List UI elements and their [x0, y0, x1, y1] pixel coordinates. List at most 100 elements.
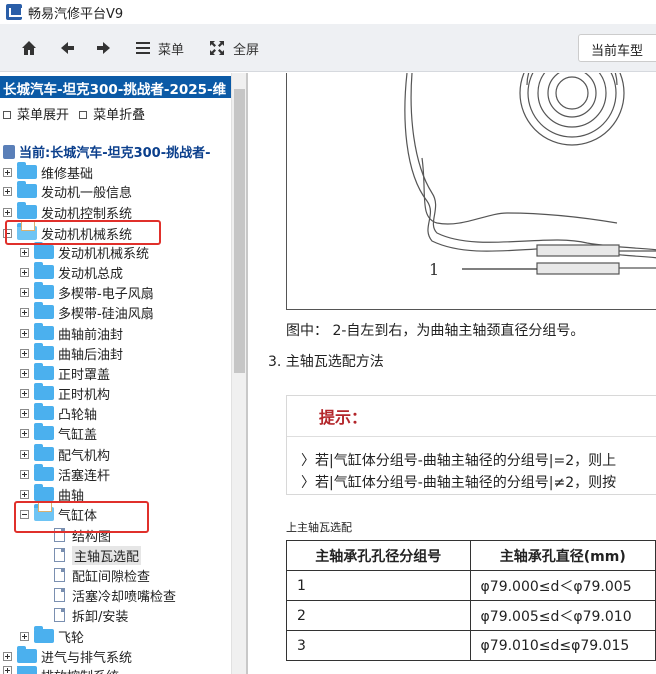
- forward-button[interactable]: [96, 36, 112, 60]
- folder-icon: [17, 162, 37, 179]
- expand-plus-icon[interactable]: [20, 267, 29, 277]
- tree-item-main-bearing-selection[interactable]: 主轴瓦选配: [54, 545, 142, 565]
- menu-button[interactable]: 菜单: [135, 36, 184, 60]
- tree-item-label: 配缸间隙检查: [72, 569, 151, 585]
- expand-plus-icon[interactable]: [20, 408, 29, 418]
- expand-icon: [3, 111, 11, 119]
- table-cell: φ79.000≤d＜φ79.005: [469, 570, 656, 601]
- fullscreen-button[interactable]: 全屏: [209, 36, 259, 60]
- expand-plus-icon[interactable]: [3, 186, 12, 196]
- tree-item-piston-rod[interactable]: 活塞连杆: [20, 464, 110, 484]
- tree-item-camshaft[interactable]: 凸轮轴: [20, 403, 97, 423]
- toolbar: 菜单 全屏 当前车型: [0, 24, 656, 72]
- tree-item-piston-nozzle-check[interactable]: 活塞冷却喷嘴检查: [54, 585, 176, 605]
- expand-plus-icon[interactable]: [3, 207, 12, 217]
- forward-arrow-icon: [97, 42, 110, 54]
- tree-item-label: 凸轮轴: [58, 407, 98, 423]
- folder-icon: [34, 323, 54, 340]
- tree-item-label: 发动机总成: [58, 266, 124, 282]
- menu-button-label: 菜单: [158, 42, 185, 58]
- folder-icon: [17, 181, 37, 198]
- tree-item-intake-exhaust[interactable]: 进气与排气系统: [3, 646, 132, 666]
- folder-icon: [34, 302, 54, 319]
- menu-icon: [136, 42, 150, 54]
- tree-item-engine-control[interactable]: 发动机控制系统: [3, 202, 132, 222]
- highlight-box: [5, 220, 161, 245]
- table-caption: 上主轴瓦选配: [286, 521, 352, 534]
- current-model-button[interactable]: 当前车型: [578, 34, 656, 62]
- expand-plus-icon[interactable]: [20, 307, 29, 317]
- tree-item-clearance-check[interactable]: 配缸间隙检查: [54, 565, 150, 585]
- folder-icon: [34, 484, 54, 501]
- tree-item-removal-install[interactable]: 拆卸/安装: [54, 605, 128, 625]
- expand-plus-icon[interactable]: [3, 651, 12, 661]
- expand-plus-icon[interactable]: [20, 368, 29, 378]
- expand-all-button[interactable]: 菜单展开: [3, 108, 69, 123]
- sidebar-scroll-thumb[interactable]: [234, 89, 245, 373]
- expand-plus-icon[interactable]: [3, 666, 12, 674]
- fullscreen-button-label: 全屏: [233, 42, 260, 58]
- tree-item-label: 活塞冷却喷嘴检查: [72, 589, 177, 605]
- back-button[interactable]: [59, 36, 75, 60]
- tree-item-front-oil-seal[interactable]: 曲轴前油封: [20, 323, 123, 343]
- expand-plus-icon[interactable]: [20, 489, 29, 499]
- document-icon: [54, 588, 65, 602]
- expand-plus-icon[interactable]: [20, 348, 29, 358]
- tip-line: 〉若|气缸体分组号-曲轴主轴径的分组号|=2，则上: [301, 453, 617, 469]
- expand-all-label: 菜单展开: [17, 108, 70, 123]
- tree-item-valve-train[interactable]: 配气机构: [20, 444, 110, 464]
- bearing-table: 主轴承孔孔径分组号 主轴承孔直径(mm) 1 φ79.000≤d＜φ79.005…: [286, 540, 656, 661]
- expand-plus-icon[interactable]: [20, 428, 29, 438]
- table-cell: 2: [286, 600, 471, 631]
- expand-plus-icon[interactable]: [20, 469, 29, 479]
- folder-icon: [34, 242, 54, 259]
- tree-item-emission-control[interactable]: 排放控制系统: [3, 666, 119, 674]
- folder-icon: [34, 444, 54, 461]
- tip-title: 提示：: [319, 408, 368, 427]
- tree-item-rear-oil-seal[interactable]: 曲轴后油封: [20, 343, 123, 363]
- current-vehicle-label: 当前:长城汽车-坦克300-挑战者-: [3, 142, 211, 161]
- folder-icon: [34, 383, 54, 400]
- tree-item-flywheel[interactable]: 飞轮: [20, 626, 84, 646]
- tree-item-timing-mechanism[interactable]: 正时机构: [20, 383, 110, 403]
- tree-item-engine-general[interactable]: 发动机一般信息: [3, 181, 132, 201]
- tree-item-cylinder-head[interactable]: 气缸盖: [20, 423, 97, 443]
- tree-item-engine-mech-system[interactable]: 发动机机械系统: [20, 242, 149, 262]
- tree-item-label: 维修基础: [41, 166, 94, 182]
- tree-item-timing-cover[interactable]: 正时罩盖: [20, 363, 110, 383]
- table-header-cell: 主轴承孔直径(mm): [469, 540, 656, 571]
- sidebar-scrollbar[interactable]: [231, 73, 246, 674]
- expand-plus-icon[interactable]: [20, 388, 29, 398]
- folder-icon: [34, 626, 54, 643]
- table-cell: φ79.010≤d≤φ79.015: [469, 630, 656, 661]
- menu-controls: 菜单展开 菜单折叠: [3, 104, 145, 123]
- home-button[interactable]: [21, 36, 37, 60]
- sidebar-header: 长城汽车-坦克300-挑战者-2025-维: [0, 76, 231, 98]
- tree-item-maintenance-basics[interactable]: 维修基础: [3, 162, 93, 182]
- tree-item-engine-assembly[interactable]: 发动机总成: [20, 262, 123, 282]
- tree-item-belt-silicone-fan[interactable]: 多楔带-硅油风扇: [20, 302, 154, 322]
- expand-plus-icon[interactable]: [20, 449, 29, 459]
- tree-item-label: 活塞连杆: [58, 468, 111, 484]
- folder-icon: [17, 646, 37, 663]
- tree-item-label: 正时机构: [58, 387, 111, 403]
- table-row: 2 φ79.005≤d＜φ79.010: [286, 600, 656, 631]
- folder-icon: [17, 666, 37, 674]
- folder-icon: [34, 403, 54, 420]
- expand-plus-icon[interactable]: [3, 167, 12, 177]
- diagram-callout-1: 1: [429, 260, 440, 279]
- tree-item-label: 排放控制系统: [41, 666, 119, 674]
- tree-item-belt-electric-fan[interactable]: 多楔带-电子风扇: [20, 282, 154, 302]
- title-bar: 畅易汽修平台V9: [0, 0, 656, 24]
- expand-plus-icon[interactable]: [20, 287, 29, 297]
- expand-plus-icon[interactable]: [20, 328, 29, 338]
- section-heading: 3. 主轴瓦选配方法: [268, 354, 384, 370]
- expand-plus-icon[interactable]: [20, 631, 29, 641]
- fullscreen-icon: [210, 41, 224, 55]
- folder-icon: [34, 464, 54, 481]
- expand-plus-icon[interactable]: [20, 247, 29, 257]
- collapse-all-button[interactable]: 菜单折叠: [79, 108, 145, 123]
- folder-icon: [34, 343, 54, 360]
- document-icon: [54, 548, 65, 562]
- table-header-cell: 主轴承孔孔径分组号: [286, 540, 471, 571]
